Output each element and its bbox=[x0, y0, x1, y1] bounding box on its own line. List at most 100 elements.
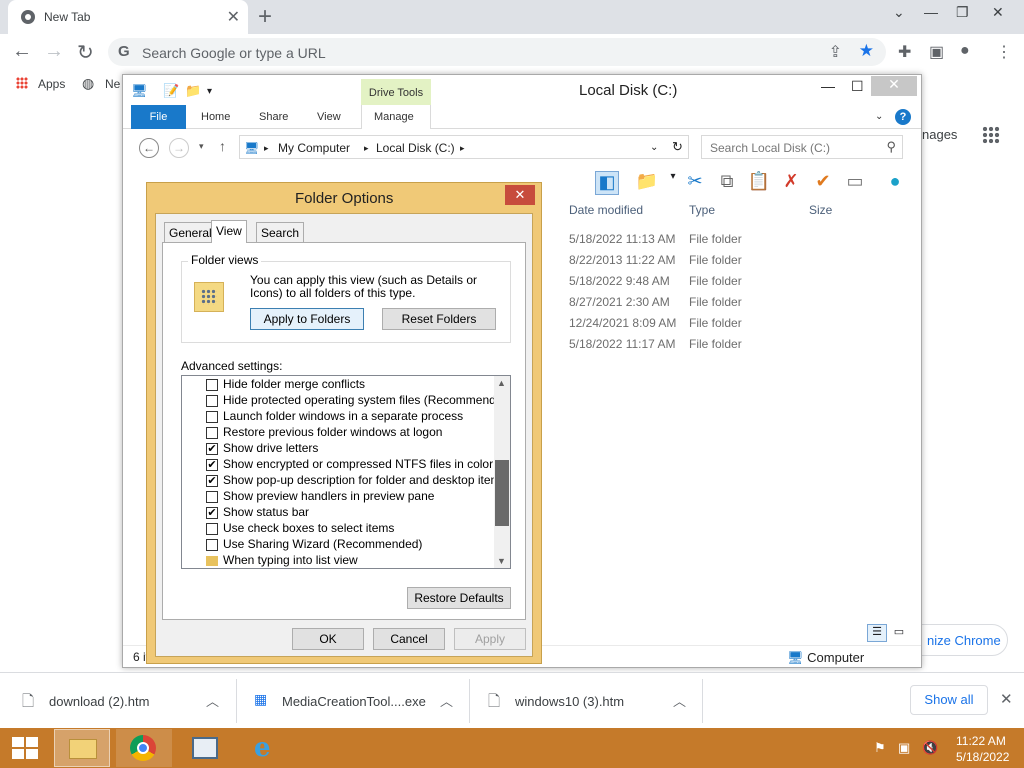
close-window-button[interactable]: ✕ bbox=[871, 76, 917, 96]
chrome-tab[interactable]: New Tab ✕ bbox=[8, 0, 248, 34]
checkbox-popup-description[interactable]: ✔ bbox=[206, 475, 218, 487]
chevron-down-icon[interactable]: ⌄ bbox=[893, 4, 905, 21]
copy-icon[interactable]: ⧉ bbox=[715, 171, 739, 195]
show-all-button[interactable]: Show all bbox=[910, 685, 988, 715]
tab-home[interactable]: Home bbox=[201, 111, 230, 123]
bookmark-apps[interactable]: Apps bbox=[38, 77, 65, 91]
profile-avatar-icon[interactable]: ● bbox=[960, 42, 970, 60]
forward-button[interactable]: → bbox=[44, 40, 64, 63]
cut-icon[interactable]: ✂ bbox=[683, 171, 707, 195]
bookmark-star-icon[interactable]: ★ bbox=[859, 41, 874, 61]
checkbox-sharing-wizard[interactable] bbox=[206, 539, 218, 551]
close-dialog-button[interactable]: ✕ bbox=[505, 185, 535, 205]
taskbar-ie[interactable]: e bbox=[240, 729, 296, 767]
restore-button[interactable]: ❐ bbox=[956, 4, 969, 21]
taskbar-app[interactable] bbox=[178, 729, 234, 767]
close-tab-icon[interactable]: ✕ bbox=[227, 7, 240, 27]
details-view-icon[interactable]: ☰ bbox=[867, 624, 887, 642]
google-apps-icon[interactable] bbox=[982, 126, 1000, 144]
new-folder-icon[interactable]: 📁 bbox=[185, 83, 201, 99]
tab-view[interactable]: View bbox=[317, 111, 341, 123]
refresh-icon[interactable]: ↻ bbox=[672, 139, 683, 155]
reset-folders-button[interactable]: Reset Folders bbox=[382, 308, 496, 330]
preview-pane-icon[interactable]: ◧ bbox=[595, 171, 619, 195]
checkbox-restore-windows[interactable] bbox=[206, 427, 218, 439]
new-tab-button[interactable]: + bbox=[258, 3, 272, 31]
tab-view[interactable]: View bbox=[211, 220, 247, 243]
tab-share[interactable]: Share bbox=[259, 111, 288, 123]
address-bar[interactable]: 🖥 ▸ My Computer ▸ Local Disk (C:) ▸ ⌄ ↻ bbox=[239, 135, 689, 159]
breadcrumb-my-computer[interactable]: My Computer bbox=[278, 141, 350, 155]
new-folder-icon[interactable]: 📁 bbox=[635, 171, 659, 195]
close-window-button[interactable]: ✕ bbox=[992, 4, 1004, 21]
paste-icon[interactable]: 📋 bbox=[747, 171, 771, 195]
checkbox-separate-process[interactable] bbox=[206, 411, 218, 423]
ok-button[interactable]: OK bbox=[292, 628, 364, 650]
column-type[interactable]: Type bbox=[689, 203, 715, 217]
clock-date[interactable]: 5/18/2022 bbox=[956, 750, 1009, 764]
checkbox-check-boxes[interactable] bbox=[206, 523, 218, 535]
breadcrumb-local-disk[interactable]: Local Disk (C:) bbox=[376, 141, 455, 155]
globe-icon[interactable]: ● bbox=[883, 171, 907, 195]
address-dropdown-icon[interactable]: ⌄ bbox=[650, 142, 658, 153]
breadcrumb-chevron-icon[interactable]: ▸ bbox=[264, 143, 269, 154]
tab-manage[interactable]: Manage bbox=[374, 111, 414, 123]
minimize-button[interactable]: — bbox=[821, 78, 835, 94]
taskbar-explorer[interactable] bbox=[54, 729, 110, 767]
chevron-up-icon[interactable]: ︿ bbox=[440, 691, 453, 710]
taskbar-chrome[interactable] bbox=[116, 729, 172, 767]
flag-icon[interactable]: ⚑ bbox=[874, 740, 886, 756]
extensions-icon[interactable]: ✚ bbox=[898, 42, 911, 62]
scroll-down-icon[interactable]: ▼ bbox=[497, 556, 506, 566]
back-button[interactable]: ← bbox=[139, 138, 159, 158]
menu-icon[interactable]: ⋮ bbox=[996, 42, 1012, 62]
omnibox[interactable]: G Search Google or type a URL ⇪ ★ bbox=[108, 38, 886, 66]
recent-locations-icon[interactable]: ▾ bbox=[199, 141, 204, 152]
tab-file[interactable]: File bbox=[131, 105, 186, 129]
tab-general[interactable]: General bbox=[164, 222, 217, 242]
start-button[interactable] bbox=[12, 737, 38, 759]
up-arrow-icon[interactable]: ↑ bbox=[219, 138, 226, 154]
cancel-button[interactable]: Cancel bbox=[373, 628, 445, 650]
tab-search[interactable]: Search bbox=[256, 222, 305, 242]
apply-button[interactable]: Apply bbox=[454, 628, 526, 650]
images-link[interactable]: nages bbox=[922, 127, 957, 142]
clock-time[interactable]: 11:22 AM bbox=[956, 734, 1006, 748]
advanced-settings-list[interactable]: Hide folder merge conflicts Hide protect… bbox=[181, 375, 511, 569]
checkbox-ntfs-color[interactable]: ✔ bbox=[206, 459, 218, 471]
properties-icon[interactable]: 📝 bbox=[163, 83, 179, 99]
scrollbar-thumb[interactable] bbox=[495, 460, 509, 526]
restore-defaults-button[interactable]: Restore Defaults bbox=[407, 587, 511, 609]
close-shelf-icon[interactable]: ✕ bbox=[1000, 690, 1013, 708]
minimize-button[interactable]: — bbox=[924, 4, 938, 20]
ribbon-expand-icon[interactable]: ⌄ bbox=[875, 111, 883, 122]
back-button[interactable]: ← bbox=[12, 40, 32, 63]
advanced-settings-scrollbar[interactable]: ▲ ▼ bbox=[494, 376, 510, 568]
rename-icon[interactable]: ▭ bbox=[843, 171, 867, 195]
checkbox-hide-merge-conflicts[interactable] bbox=[206, 379, 218, 391]
delete-icon[interactable]: ✗ bbox=[779, 171, 803, 195]
omnibox-input[interactable]: Search Google or type a URL bbox=[142, 45, 326, 61]
network-icon[interactable]: ▣ bbox=[898, 740, 910, 756]
reload-button[interactable]: ↻ bbox=[77, 40, 94, 65]
checkbox-preview-handlers[interactable] bbox=[206, 491, 218, 503]
chevron-up-icon[interactable]: ︿ bbox=[206, 691, 219, 710]
download-item-1[interactable]: download (2).htm bbox=[49, 694, 149, 709]
breadcrumb-chevron-icon[interactable]: ▸ bbox=[460, 143, 465, 154]
download-item-3[interactable]: windows10 (3).htm bbox=[515, 694, 624, 709]
breadcrumb-chevron-icon[interactable]: ▸ bbox=[364, 143, 369, 154]
column-date-modified[interactable]: Date modified bbox=[569, 203, 643, 217]
download-item-2[interactable]: MediaCreationTool....exe bbox=[282, 694, 426, 709]
large-icons-view-icon[interactable]: ▭ bbox=[889, 624, 909, 642]
check-icon[interactable]: ✔ bbox=[811, 171, 835, 195]
maximize-button[interactable]: ☐ bbox=[851, 78, 864, 95]
search-input[interactable]: Search Local Disk (C:) ⚲ bbox=[701, 135, 903, 159]
dropdown-icon[interactable]: ▾ bbox=[661, 171, 685, 195]
chevron-up-icon[interactable]: ︿ bbox=[673, 691, 686, 710]
bookmark-item[interactable]: Ne bbox=[105, 77, 120, 91]
share-icon[interactable]: ⇪ bbox=[829, 42, 842, 62]
scroll-up-icon[interactable]: ▲ bbox=[497, 378, 506, 388]
checkbox-show-drive-letters[interactable]: ✔ bbox=[206, 443, 218, 455]
side-panel-icon[interactable]: ▣ bbox=[929, 42, 944, 62]
forward-button[interactable]: → bbox=[169, 138, 189, 158]
